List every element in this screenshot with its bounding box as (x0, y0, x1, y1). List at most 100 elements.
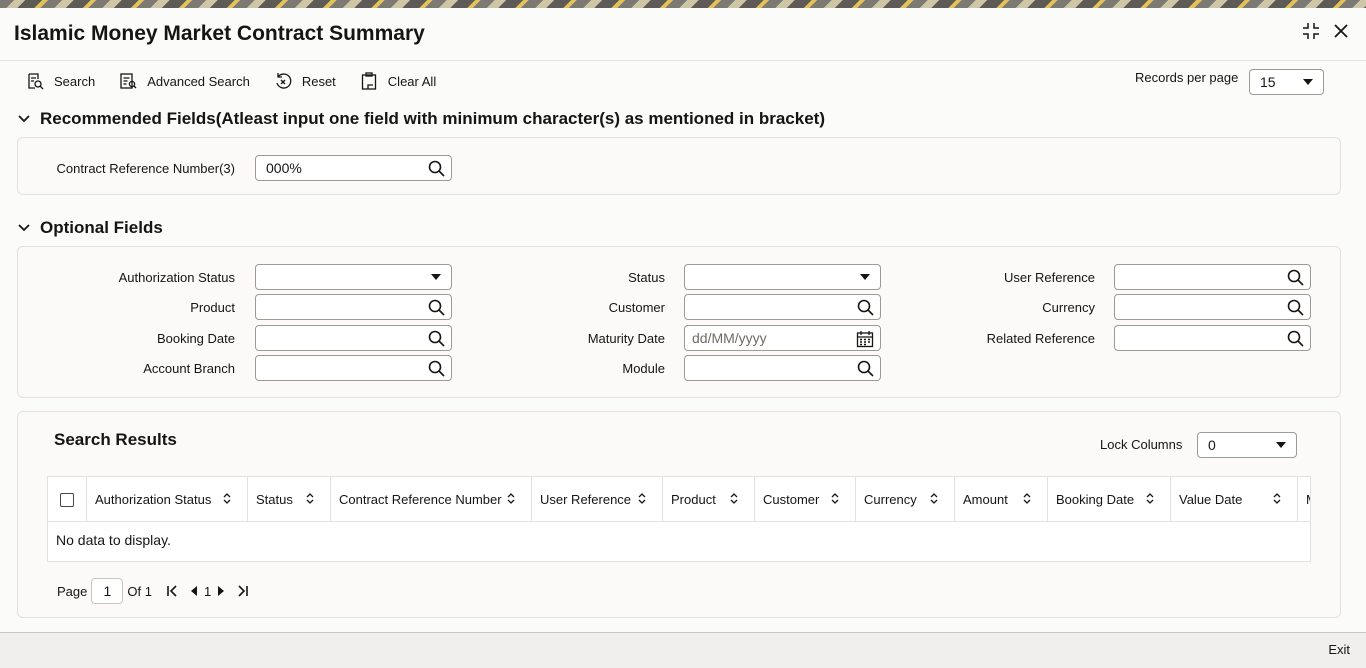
search-doc-icon (28, 73, 44, 90)
column-header[interactable]: Amount (955, 477, 1048, 522)
chevron-down-icon (18, 224, 30, 232)
search-icon[interactable] (1287, 299, 1304, 316)
advanced-search-button[interactable]: Advanced Search (119, 70, 250, 92)
column-header[interactable]: Authorization Status (87, 477, 248, 522)
search-icon[interactable] (1287, 269, 1304, 286)
empty-message: No data to display. (56, 532, 171, 548)
records-per-page-label: Records per page (1135, 70, 1239, 85)
page-number-input[interactable]: 1 (91, 578, 124, 604)
contract-ref-input[interactable]: 000% (255, 155, 452, 181)
select-all-checkbox[interactable] (60, 492, 74, 507)
search-icon[interactable] (428, 330, 445, 347)
toolbar: Search Advanced Search Reset Clear All (26, 70, 460, 92)
search-results-heading: Search Results (54, 430, 177, 449)
lock-columns-label: Lock Columns (1100, 437, 1183, 452)
column-header[interactable]: M (1298, 477, 1310, 522)
column-header[interactable]: Status (248, 477, 331, 522)
page-number-value: 1 (103, 583, 112, 599)
search-icon[interactable] (428, 299, 445, 316)
user-reference-input[interactable] (1114, 264, 1311, 290)
column-header[interactable]: Currency (856, 477, 955, 522)
clipboard-icon (361, 72, 376, 90)
column-header[interactable]: Contract Reference Number (331, 477, 532, 522)
clear-all-button[interactable]: Clear All (360, 70, 436, 92)
advanced-search-label: Advanced Search (147, 73, 250, 89)
sort-icon (638, 493, 646, 504)
sort-icon (1146, 493, 1154, 504)
sort-icon (730, 493, 738, 504)
chevron-down-icon (1303, 79, 1313, 85)
page-title: Islamic Money Market Contract Summary (14, 22, 425, 45)
window-controls (1302, 22, 1350, 40)
column-header[interactable]: Customer (755, 477, 856, 522)
account-branch-input[interactable] (255, 355, 452, 381)
customer-input[interactable] (684, 294, 881, 320)
header-divider (0, 60, 1366, 61)
search-button[interactable]: Search (26, 70, 95, 92)
lock-columns-select[interactable]: 0 (1197, 432, 1297, 458)
clear-all-label: Clear All (387, 73, 437, 89)
customer-label: Customer (608, 300, 665, 315)
column-header[interactable]: Booking Date (1048, 477, 1171, 522)
chevron-down-icon (18, 115, 30, 123)
first-page-icon[interactable] (166, 585, 178, 597)
chevron-down-icon (431, 274, 441, 280)
recommended-heading: Recommended Fields(Atleast input one fie… (40, 109, 825, 128)
chevron-down-icon (1276, 442, 1286, 448)
column-header-label: Currency (864, 492, 917, 507)
records-per-page-select[interactable]: 15 (1249, 69, 1324, 95)
module-input[interactable] (684, 355, 881, 381)
table-header-row: Authorization Status Status Contract Ref… (48, 477, 1310, 522)
column-header-label: Value Date (1179, 492, 1243, 507)
status-select[interactable] (684, 264, 881, 290)
user-reference-label: User Reference (1003, 270, 1095, 285)
exit-button[interactable]: Exit (1328, 642, 1350, 657)
previous-page-icon[interactable] (190, 586, 198, 596)
reset-icon (276, 73, 292, 89)
currency-input[interactable] (1114, 294, 1311, 320)
footer-bar: Exit (0, 632, 1366, 668)
reset-label: Reset (301, 73, 336, 89)
search-icon[interactable] (857, 299, 874, 316)
column-header-label: User Reference (540, 492, 632, 507)
column-header[interactable]: Value Date (1171, 477, 1298, 522)
optional-section-header[interactable]: Optional Fields (18, 218, 163, 238)
search-icon[interactable] (428, 160, 445, 177)
currency-label: Currency (1042, 300, 1095, 315)
results-table: Authorization Status Status Contract Ref… (47, 476, 1311, 562)
search-icon[interactable] (428, 360, 445, 377)
related-reference-input[interactable] (1114, 325, 1311, 351)
close-icon[interactable] (1332, 22, 1350, 40)
column-header[interactable]: Product (663, 477, 755, 522)
sort-icon (831, 493, 839, 504)
maturity-date-input[interactable]: dd/MM/yyyy (684, 325, 881, 351)
current-page: 1 (203, 583, 212, 599)
chevron-down-icon (860, 274, 870, 280)
search-icon[interactable] (857, 360, 874, 377)
calendar-icon[interactable] (856, 330, 874, 348)
column-header-label: Authorization Status (95, 492, 212, 507)
reset-button[interactable]: Reset (274, 70, 336, 92)
maturity-date-label: Maturity Date (587, 331, 665, 346)
sort-icon (930, 493, 938, 504)
column-header[interactable]: User Reference (532, 477, 663, 522)
booking-date-input[interactable] (255, 325, 452, 351)
records-per-page-value: 15 (1260, 74, 1276, 90)
search-icon[interactable] (1287, 330, 1304, 347)
advanced-search-icon (120, 73, 137, 89)
sort-icon (507, 493, 515, 504)
contract-ref-label: Contract Reference Number(3) (56, 161, 235, 176)
search-button-label: Search (54, 73, 96, 89)
status-label: Status (628, 270, 665, 285)
maximize-icon[interactable] (1302, 22, 1320, 40)
column-header-label: Customer (763, 492, 820, 507)
account-branch-label: Account Branch (143, 361, 235, 376)
last-page-icon[interactable] (237, 585, 249, 597)
column-header-label: Product (671, 492, 716, 507)
authorization-status-select[interactable] (255, 264, 452, 290)
recommended-section-header[interactable]: Recommended Fields(Atleast input one fie… (18, 109, 825, 129)
sort-icon (223, 493, 231, 504)
product-input[interactable] (255, 294, 452, 320)
column-header-label: Status (256, 492, 293, 507)
next-page-icon[interactable] (217, 586, 225, 596)
